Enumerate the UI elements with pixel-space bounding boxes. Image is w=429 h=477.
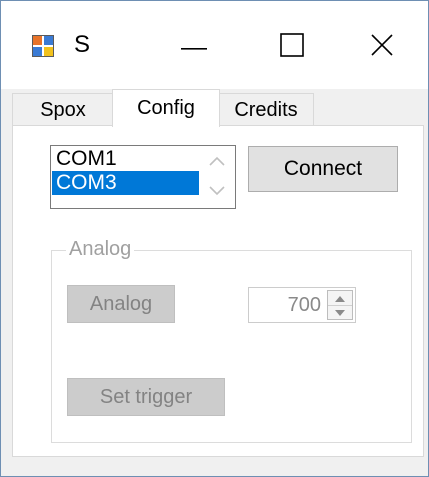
app-window: S Spox Config Credits COM1 COM3 Connect …: [0, 0, 429, 477]
numeric-spinner[interactable]: [327, 290, 353, 320]
groupbox-title: Analog: [66, 237, 135, 261]
maximize-icon: [280, 32, 304, 62]
minimize-icon: [181, 38, 207, 56]
scroll-up-button[interactable]: [200, 147, 234, 177]
tab-credits[interactable]: Credits: [218, 93, 314, 126]
app-window-icon: [32, 34, 56, 58]
list-item[interactable]: COM1: [52, 147, 199, 171]
listbox-scrollbar[interactable]: [200, 147, 234, 207]
analog-groupbox: Analog Analog 700 Set trigger: [51, 237, 412, 443]
spin-down-button[interactable]: [328, 305, 352, 319]
title-bar[interactable]: S: [1, 1, 428, 89]
numeric-value: 700: [287, 294, 321, 316]
set-trigger-button[interactable]: Set trigger: [67, 378, 225, 416]
list-item-selected[interactable]: COM3: [52, 171, 199, 195]
chevron-down-icon: [209, 183, 225, 201]
window-title: S: [74, 31, 91, 58]
tab-config[interactable]: Config: [112, 89, 220, 127]
chevron-up-icon: [209, 153, 225, 171]
close-button[interactable]: [354, 23, 410, 71]
analog-button[interactable]: Analog: [67, 285, 175, 323]
config-tab-panel: COM1 COM3 Connect Analog Analog 700 Set …: [12, 125, 424, 457]
scroll-down-button[interactable]: [200, 177, 234, 207]
connect-button[interactable]: Connect: [248, 146, 398, 192]
tab-spox[interactable]: Spox: [12, 93, 114, 126]
triangle-down-icon: [335, 303, 345, 321]
tab-strip: Spox Config Credits: [12, 89, 422, 127]
port-listbox[interactable]: COM1 COM3: [50, 145, 236, 209]
maximize-button[interactable]: [264, 23, 320, 71]
minimize-button[interactable]: [166, 23, 222, 71]
analog-numeric-input[interactable]: 700: [248, 287, 356, 323]
close-icon: [370, 33, 394, 62]
